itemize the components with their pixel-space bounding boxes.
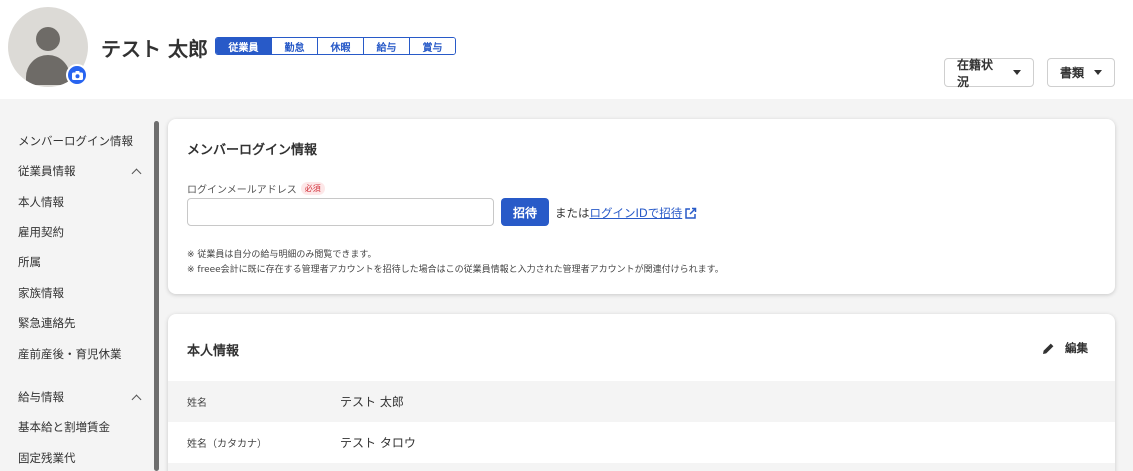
email-field[interactable]: [187, 198, 494, 226]
login-id-invite-link[interactable]: ログインIDで招待: [590, 205, 683, 221]
tab-employee[interactable]: 従業員: [216, 38, 271, 54]
email-field-label: ログインメールアドレス 必須: [187, 181, 325, 196]
chevron-up-icon: [131, 168, 142, 178]
caret-down-icon: [1013, 70, 1021, 75]
edit-button[interactable]: 編集: [1042, 340, 1088, 356]
tab-bonus[interactable]: 賞与: [409, 38, 455, 54]
pencil-icon: [1043, 343, 1054, 354]
sidebar: メンバーログイン情報 従業員情報 本人情報 雇用契約 所属 家族情報 緊急連絡先…: [0, 99, 160, 471]
required-badge: 必須: [300, 182, 325, 195]
sidebar-scrollbar[interactable]: [154, 121, 159, 471]
sidebar-item-base-salary[interactable]: 基本給と割増賃金: [18, 419, 110, 435]
edit-label: 編集: [1065, 341, 1088, 355]
email-label-text: ログインメールアドレス: [187, 185, 297, 196]
tab-payroll[interactable]: 給与: [363, 38, 409, 54]
card-title: 本人情報: [187, 344, 240, 359]
sidebar-item-employment-contract[interactable]: 雇用契約: [18, 224, 64, 240]
sidebar-group-label: 従業員情報: [18, 164, 76, 178]
documents-dropdown[interactable]: 書類: [1047, 58, 1115, 87]
sidebar-item-personal-info[interactable]: 本人情報: [18, 194, 64, 210]
profile-header: テスト 太郎 従業員 勤怠 休暇 給与 賞与 在籍状況 書類: [0, 0, 1133, 99]
or-text: または: [555, 206, 590, 220]
external-link-icon[interactable]: [684, 207, 697, 220]
status-dropdown-label: 在籍状況: [957, 57, 994, 89]
table-row: [168, 463, 1115, 471]
sidebar-item-department[interactable]: 所属: [18, 254, 41, 270]
sidebar-group-salary[interactable]: 給与情報: [18, 389, 142, 405]
login-info-card: メンバーログイン情報 ログインメールアドレス 必須 招待 または ログインIDで…: [168, 119, 1115, 294]
profile-tabs: 従業員 勤怠 休暇 給与 賞与: [215, 37, 456, 55]
sidebar-item-login-info[interactable]: メンバーログイン情報: [18, 133, 133, 149]
employee-name: テスト 太郎: [101, 37, 208, 61]
note-text: ※ freee会計に既に存在する管理者アカウントを招待した場合はこの従業員情報と…: [187, 265, 724, 275]
sidebar-item-emergency-contact[interactable]: 緊急連絡先: [18, 315, 76, 331]
sidebar-item-fixed-overtime[interactable]: 固定残業代: [18, 450, 76, 466]
status-dropdown[interactable]: 在籍状況: [944, 57, 1034, 89]
camera-icon[interactable]: [66, 64, 88, 86]
table-row: 姓名（カタカナ） テスト タロウ: [168, 422, 1115, 463]
person-icon: [36, 27, 60, 51]
tab-attendance[interactable]: 勤怠: [271, 38, 317, 54]
documents-dropdown-label: 書類: [1060, 66, 1085, 80]
caret-down-icon: [1094, 70, 1102, 75]
sidebar-group-employee[interactable]: 従業員情報: [18, 163, 142, 179]
sidebar-group-label: 給与情報: [18, 390, 64, 404]
chevron-up-icon: [131, 394, 142, 404]
table-row: 姓名 テスト 太郎: [168, 381, 1115, 422]
card-title: メンバーログイン情報: [187, 143, 318, 158]
row-value: テスト タロウ: [340, 436, 416, 450]
row-label: 姓名（カタカナ）: [187, 439, 267, 450]
row-value: テスト 太郎: [340, 395, 404, 409]
invite-alternative: または ログインIDで招待: [555, 205, 697, 221]
row-label: 姓名: [187, 398, 207, 409]
sidebar-item-maternity-leave[interactable]: 産前産後・育児休業: [18, 346, 122, 362]
sidebar-item-family[interactable]: 家族情報: [18, 285, 64, 301]
note-text: ※ 従業員は自分の給与明細のみ閲覧できます。: [187, 250, 377, 260]
invite-button[interactable]: 招待: [501, 198, 549, 226]
tab-leave[interactable]: 休暇: [317, 38, 363, 54]
personal-info-card: 本人情報 編集 姓名 テスト 太郎 姓名（カタカナ） テスト タロウ: [168, 314, 1115, 471]
